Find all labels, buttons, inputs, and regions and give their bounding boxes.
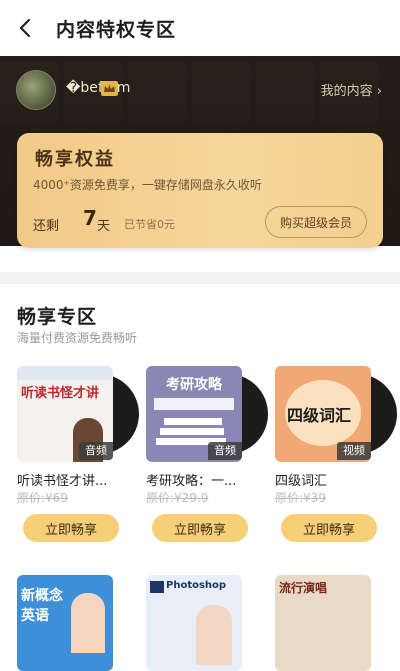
item-title[interactable]: 考研攻略：一... xyxy=(146,470,264,489)
item-title[interactable]: 听读书怪才讲... xyxy=(17,470,135,489)
item-original-price: 原价:¥69 xyxy=(17,491,68,505)
remain-unit: 天 xyxy=(97,219,111,234)
item-original-price: 原价:¥39 xyxy=(275,491,326,505)
chevron-right-icon: › xyxy=(376,84,382,99)
card-description: 4000⁺资源免费享，一键存储网盘永久收听 xyxy=(33,178,262,192)
remain-days: 7 xyxy=(83,206,97,230)
back-arrow-icon[interactable] xyxy=(16,18,36,38)
saved-amount: 已节省0元 xyxy=(124,218,175,231)
remain-label: 还剩 xyxy=(33,219,60,234)
section-divider xyxy=(0,272,400,284)
buy-super-member-button[interactable]: 购买超级会员 xyxy=(265,206,367,238)
item-original-price: 原价:¥29.9 xyxy=(146,491,209,505)
cover-text: 四级词汇 xyxy=(287,406,352,425)
item-cover[interactable]: Photoshop xyxy=(146,575,242,671)
section-title: 畅享专区 xyxy=(17,306,98,328)
enjoy-now-button[interactable]: 立即畅享 xyxy=(281,514,377,542)
vip-crown-icon xyxy=(101,81,118,96)
top-bar: 内容特权专区 xyxy=(0,0,400,56)
cover-text: 新概念英语 xyxy=(21,588,63,624)
item-title[interactable]: 四级词汇 xyxy=(275,470,393,489)
cover-text: Photoshop xyxy=(166,580,227,591)
card-title: 畅享权益 xyxy=(35,149,115,170)
type-tag: 视频 xyxy=(337,442,371,460)
my-content-label: 我的内容 xyxy=(320,84,373,99)
section-subtitle: 海量付费资源免费畅听 xyxy=(17,331,138,345)
page-title: 内容特权专区 xyxy=(56,19,177,41)
cover-text: 流行演唱 xyxy=(279,581,328,595)
my-content-link[interactable]: 我的内容 › xyxy=(321,80,382,99)
type-tag: 音频 xyxy=(79,442,113,460)
cover-text: 考研攻略 xyxy=(166,377,222,393)
username: �befrom xyxy=(66,80,131,96)
item-cover[interactable]: 新概念英语 xyxy=(17,575,113,671)
avatar[interactable] xyxy=(16,70,56,110)
enjoy-now-button[interactable]: 立即畅享 xyxy=(152,514,248,542)
cover-text: 听读书怪才讲 xyxy=(21,386,100,401)
benefits-card: 畅享权益 4000⁺资源免费享，一键存储网盘永久收听 还剩 7 天 已节省0元 … xyxy=(17,133,383,248)
type-tag: 音频 xyxy=(208,442,242,460)
enjoy-now-button[interactable]: 立即畅享 xyxy=(23,514,119,542)
item-cover[interactable]: 流行演唱 xyxy=(275,575,371,671)
